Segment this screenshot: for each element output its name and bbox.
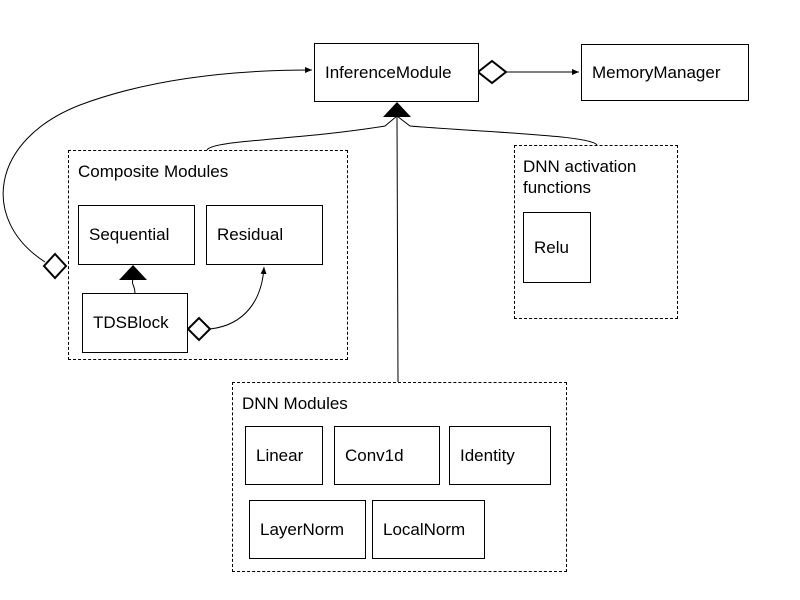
linear-class[interactable]: Linear (245, 426, 323, 485)
inheritance-line-activation (396, 115, 598, 146)
tdsblock-class[interactable]: TDSBlock (82, 293, 188, 353)
class-diagram: InferenceModule MemoryManager Composite … (0, 0, 800, 600)
localnorm-class[interactable]: LocalNorm (372, 500, 485, 559)
residual-class[interactable]: Residual (206, 205, 323, 265)
aggregation-diamond-icon (42, 252, 68, 280)
inheritance-triangle-icon (383, 102, 411, 117)
inference-module-class[interactable]: InferenceModule (314, 43, 479, 102)
conv1d-class[interactable]: Conv1d (334, 426, 440, 485)
identity-class[interactable]: Identity (449, 426, 551, 485)
memory-manager-class[interactable]: MemoryManager (581, 44, 749, 101)
composite-modules-title: Composite Modules (78, 162, 229, 181)
relu-class[interactable]: Relu (523, 212, 591, 283)
aggregation-diamond-icon (476, 59, 508, 85)
inheritance-line-composite (206, 115, 398, 151)
dnn-modules-title: DNN Modules (242, 394, 348, 413)
layernorm-class[interactable]: LayerNorm (249, 500, 366, 559)
activation-functions-title: DNN activation functions (523, 157, 637, 197)
inheritance-line-dnn (396, 115, 399, 383)
sequential-class[interactable]: Sequential (78, 205, 195, 265)
